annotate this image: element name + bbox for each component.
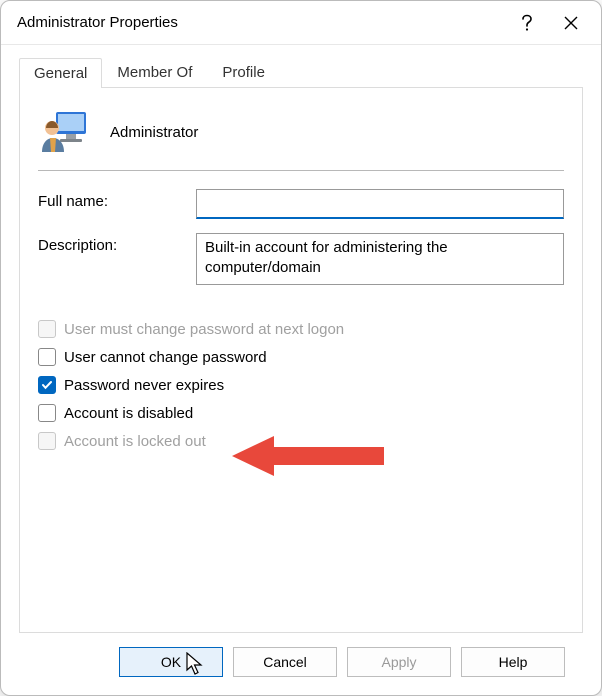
checkbox-icon: [38, 320, 56, 338]
content-area: General Member Of Profile Administrator: [1, 45, 601, 695]
checkbox-account-is-disabled[interactable]: Account is disabled: [38, 404, 564, 422]
checkbox-icon: [38, 432, 56, 450]
description-label: Description:: [38, 233, 196, 254]
checkbox-label: User must change password at next logon: [64, 321, 344, 338]
help-button[interactable]: [505, 3, 549, 43]
user-account-icon: [40, 108, 88, 156]
checkbox-label: Password never expires: [64, 377, 224, 394]
row-full-name: Full name:: [38, 189, 564, 219]
window-title: Administrator Properties: [17, 14, 505, 31]
close-button[interactable]: [549, 3, 593, 43]
separator: [38, 170, 564, 171]
help-icon: [521, 14, 533, 32]
tab-profile[interactable]: Profile: [207, 57, 280, 87]
button-bar: OK Cancel Apply Help: [19, 633, 583, 695]
apply-button[interactable]: Apply: [347, 647, 451, 677]
user-header: Administrator: [38, 104, 564, 170]
full-name-input[interactable]: [196, 189, 564, 219]
checkbox-label: Account is disabled: [64, 405, 193, 422]
checkbox-cannot-change-password[interactable]: User cannot change password: [38, 348, 564, 366]
checkbox-label: User cannot change password: [64, 349, 267, 366]
cancel-button[interactable]: Cancel: [233, 647, 337, 677]
full-name-label: Full name:: [38, 189, 196, 210]
checkbox-account-locked-out: Account is locked out: [38, 432, 564, 450]
close-icon: [564, 16, 578, 30]
tab-general[interactable]: General: [19, 58, 102, 88]
titlebar: Administrator Properties: [1, 1, 601, 45]
tab-panel-general: Administrator Full name: Description:: [19, 87, 583, 633]
checkbox-icon: [38, 348, 56, 366]
user-display-name: Administrator: [110, 124, 198, 141]
help-action-button[interactable]: Help: [461, 647, 565, 677]
tab-member-of[interactable]: Member Of: [102, 57, 207, 87]
tab-strip: General Member Of Profile: [19, 57, 583, 87]
checkbox-icon: [38, 376, 56, 394]
checkbox-must-change-password: User must change password at next logon: [38, 320, 564, 338]
checkbox-label: Account is locked out: [64, 433, 206, 450]
dialog-window: Administrator Properties General Member …: [0, 0, 602, 696]
checkbox-password-never-expires[interactable]: Password never expires: [38, 376, 564, 394]
ok-button[interactable]: OK: [119, 647, 223, 677]
row-description: Description:: [38, 233, 564, 288]
checkbox-icon: [38, 404, 56, 422]
description-input[interactable]: [196, 233, 564, 285]
